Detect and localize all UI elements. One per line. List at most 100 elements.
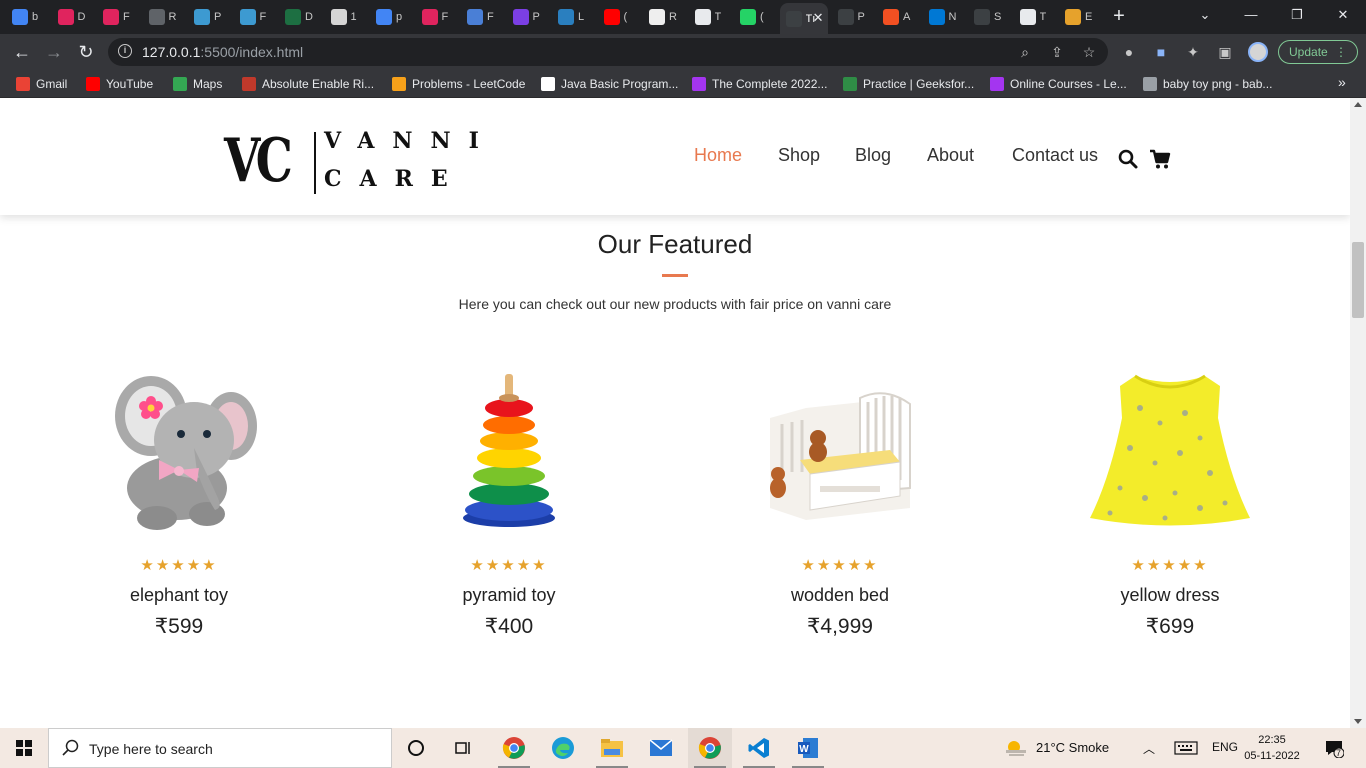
- browser-tab[interactable]: P: [188, 5, 224, 29]
- product-price: ₹400: [484, 615, 534, 638]
- title-underline: [662, 274, 688, 277]
- chrome-active-icon[interactable]: [688, 728, 732, 768]
- zoom-icon[interactable]: ⌕: [1016, 43, 1034, 61]
- new-tab-button[interactable]: +: [1109, 6, 1129, 26]
- profile-avatar[interactable]: [1248, 42, 1268, 62]
- nav-shop[interactable]: Shop: [778, 145, 820, 166]
- puzzle-icon[interactable]: ✦: [1184, 43, 1202, 61]
- browser-tab[interactable]: 1: [325, 5, 361, 29]
- browser-tab[interactable]: R: [143, 5, 179, 29]
- mail-icon[interactable]: [639, 728, 683, 768]
- browser-tab[interactable]: D: [52, 5, 88, 29]
- tab-favicon-icon: [928, 9, 945, 25]
- show-hidden-icons[interactable]: ︿: [1143, 740, 1155, 757]
- browser-tab[interactable]: F: [416, 5, 452, 29]
- scroll-up-arrow[interactable]: [1354, 102, 1362, 107]
- browser-tab[interactable]: Tı ✕: [779, 3, 828, 34]
- tab-search-button[interactable]: ⌄: [1182, 0, 1228, 30]
- tab-title: R: [669, 11, 677, 23]
- browser-tab[interactable]: P: [507, 5, 543, 29]
- keyboard-icon[interactable]: [1174, 741, 1198, 755]
- bookmark-label: Online Courses - Le...: [1010, 77, 1127, 91]
- browser-tab[interactable]: E: [1059, 5, 1095, 29]
- site-logo[interactable]: VC VANNI CARE: [224, 126, 479, 198]
- browser-tab[interactable]: F: [461, 5, 497, 29]
- nav-blog[interactable]: Blog: [855, 145, 891, 166]
- close-window-button[interactable]: ✕: [1320, 0, 1366, 30]
- word-icon[interactable]: W: [786, 728, 830, 768]
- share-icon[interactable]: ⇪: [1048, 43, 1066, 61]
- browser-tab[interactable]: P: [832, 5, 868, 29]
- bookmark-favicon-icon: [990, 77, 1004, 91]
- back-button[interactable]: ←: [10, 40, 34, 64]
- browser-tab[interactable]: D: [279, 5, 315, 29]
- reload-button[interactable]: ↻: [74, 40, 98, 64]
- bookmark-item[interactable]: YouTube: [86, 75, 153, 93]
- file-explorer-icon[interactable]: [590, 728, 634, 768]
- edge-icon[interactable]: [541, 728, 585, 768]
- taskbar-search-box[interactable]: Type here to search: [48, 728, 392, 768]
- clock[interactable]: 22:35 05-11-2022: [1242, 732, 1302, 764]
- bookmark-star-icon[interactable]: ☆: [1080, 43, 1098, 61]
- vscode-icon[interactable]: [737, 728, 781, 768]
- scroll-thumb[interactable]: [1352, 242, 1364, 318]
- nav-home[interactable]: Home: [694, 145, 742, 166]
- browser-tab[interactable]: (: [734, 5, 770, 29]
- language-indicator[interactable]: ENG: [1212, 740, 1238, 754]
- cortana-icon[interactable]: [394, 728, 438, 768]
- browser-tab[interactable]: T: [689, 5, 725, 29]
- nav-contact[interactable]: Contact us: [1012, 145, 1098, 166]
- extension-icon[interactable]: ●: [1120, 43, 1138, 61]
- weather-icon[interactable]: [1004, 738, 1028, 758]
- nav-about[interactable]: About: [927, 145, 974, 166]
- bookmark-item[interactable]: Gmail: [16, 75, 67, 93]
- site-info-icon[interactable]: i: [118, 44, 132, 58]
- bookmark-item[interactable]: Java Basic Program...: [541, 75, 678, 93]
- browser-tab[interactable]: A: [877, 5, 913, 29]
- browser-tab[interactable]: p: [370, 5, 406, 29]
- bookmark-item[interactable]: Problems - LeetCode: [392, 75, 525, 93]
- windows-start-icon[interactable]: [0, 728, 48, 768]
- bookmark-favicon-icon: [392, 77, 406, 91]
- bookmark-item[interactable]: The Complete 2022...: [692, 75, 827, 93]
- address-bar[interactable]: i 127.0.0.1:5500/index.html ⌕ ⇪ ☆: [108, 38, 1108, 66]
- bookmark-item[interactable]: Practice | Geeksfor...: [843, 75, 974, 93]
- browser-tab[interactable]: (: [598, 5, 634, 29]
- browser-tab[interactable]: S: [968, 5, 1004, 29]
- rating-stars: ★★★★★: [1131, 557, 1209, 574]
- product-card[interactable]: ★★★★★ elephant toy ₹599: [79, 368, 279, 648]
- browser-tab[interactable]: F: [97, 5, 133, 29]
- close-tab-icon[interactable]: ✕: [813, 10, 824, 26]
- search-icon[interactable]: [1117, 148, 1139, 170]
- browser-tab[interactable]: F: [234, 5, 270, 29]
- browser-tab[interactable]: L: [552, 5, 588, 29]
- more-bookmarks-icon[interactable]: »: [1338, 74, 1346, 90]
- browser-tab[interactable]: R: [643, 5, 679, 29]
- cart-icon[interactable]: [1149, 148, 1171, 170]
- product-card[interactable]: ★★★★★ pyramid toy ₹400: [409, 368, 609, 648]
- product-card[interactable]: ★★★★★ yellow dress ₹699: [1070, 368, 1270, 648]
- bookmark-item[interactable]: Maps: [173, 75, 222, 93]
- bookmark-item[interactable]: baby toy png - bab...: [1143, 75, 1272, 93]
- extension-icon[interactable]: ■: [1152, 43, 1170, 61]
- browser-tab[interactable]: b: [6, 5, 42, 29]
- browser-tab[interactable]: T: [1014, 5, 1050, 29]
- side-panel-icon[interactable]: ▣: [1216, 43, 1234, 61]
- minimize-button[interactable]: —: [1228, 0, 1274, 30]
- chrome-icon[interactable]: [492, 728, 536, 768]
- product-price: ₹599: [154, 615, 204, 638]
- logo-mark: VC: [224, 126, 293, 196]
- browser-tab[interactable]: N: [923, 5, 959, 29]
- restore-button[interactable]: ❐: [1274, 0, 1320, 30]
- section-title: Our Featured: [597, 229, 753, 259]
- bookmark-item[interactable]: Online Courses - Le...: [990, 75, 1127, 93]
- forward-button[interactable]: →: [42, 40, 66, 64]
- page-scrollbar[interactable]: [1350, 98, 1366, 728]
- product-card[interactable]: ★★★★★ wodden bed ₹4,999: [740, 368, 940, 648]
- bookmark-label: YouTube: [106, 77, 154, 91]
- weather-text[interactable]: 21°C Smoke: [1036, 740, 1109, 755]
- update-button[interactable]: Update ⋮: [1278, 40, 1358, 64]
- scroll-down-arrow[interactable]: [1354, 719, 1362, 724]
- task-view-icon[interactable]: [441, 728, 485, 768]
- bookmark-item[interactable]: Absolute Enable Ri...: [242, 75, 374, 93]
